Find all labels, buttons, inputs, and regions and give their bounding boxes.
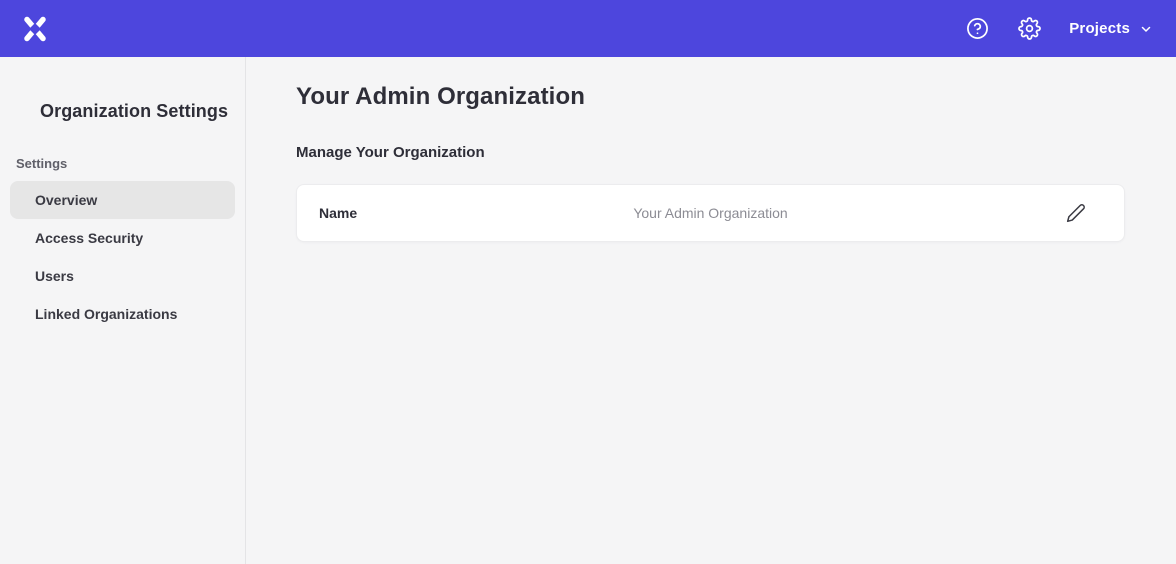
top-bar: Projects <box>0 0 1176 57</box>
sidebar-item-access-security[interactable]: Access Security <box>10 219 235 257</box>
page-title: Your Admin Organization <box>296 83 1125 111</box>
content-shell: Organization Settings Settings Overview … <box>0 57 1176 564</box>
projects-label: Projects <box>1069 20 1130 37</box>
brand-x-logo-icon[interactable] <box>20 14 50 44</box>
section-title: Manage Your Organization <box>296 144 1125 161</box>
sidebar-title: Organization Settings <box>0 101 245 122</box>
chevron-down-icon <box>1140 23 1152 35</box>
name-field-label: Name <box>319 205 357 221</box>
sidebar-item-users[interactable]: Users <box>10 257 235 295</box>
name-settings-card: Name Your Admin Organization <box>296 184 1125 242</box>
projects-dropdown[interactable]: Projects <box>1069 20 1152 37</box>
sidebar-nav: Overview Access Security Users Linked Or… <box>0 181 245 333</box>
sidebar: Organization Settings Settings Overview … <box>0 57 246 564</box>
name-field-value: Your Admin Organization <box>633 205 787 221</box>
sidebar-item-overview[interactable]: Overview <box>10 181 235 219</box>
main-content: Your Admin Organization Manage Your Orga… <box>246 57 1176 564</box>
pencil-icon <box>1066 203 1086 223</box>
edit-name-button[interactable] <box>1064 201 1088 225</box>
sidebar-section-label: Settings <box>0 156 245 171</box>
sidebar-item-linked-organizations[interactable]: Linked Organizations <box>10 295 235 333</box>
sidebar-item-label: Users <box>35 268 74 284</box>
sidebar-item-label: Linked Organizations <box>35 306 177 322</box>
topbar-actions: Projects <box>965 17 1152 41</box>
sidebar-item-label: Access Security <box>35 230 143 246</box>
sidebar-item-label: Overview <box>35 192 97 208</box>
help-icon[interactable] <box>965 17 989 41</box>
gear-icon[interactable] <box>1017 17 1041 41</box>
